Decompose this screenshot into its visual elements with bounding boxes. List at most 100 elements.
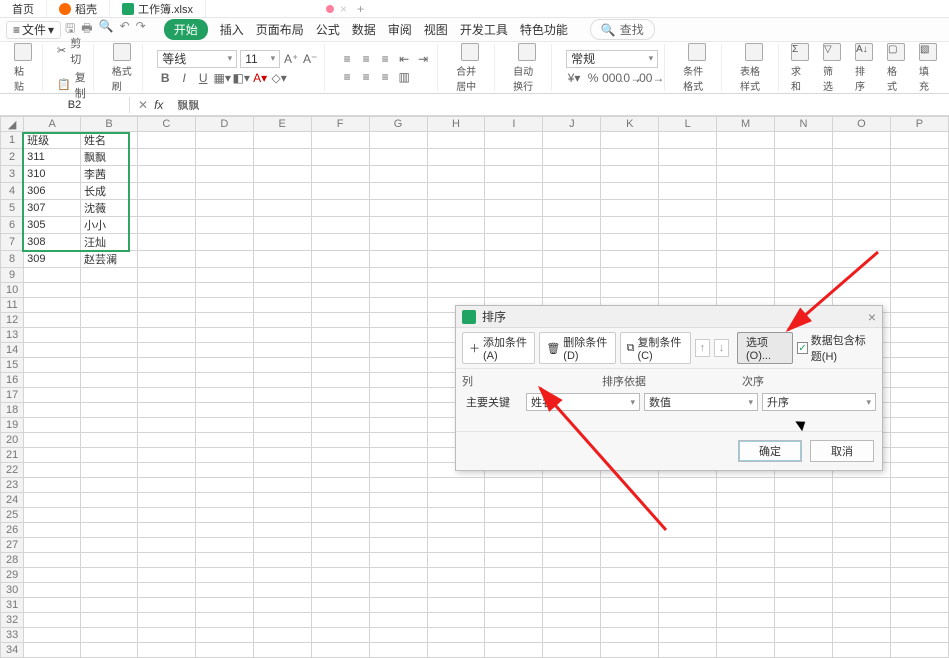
cell[interactable] (485, 613, 543, 628)
row-header[interactable]: 14 (1, 343, 24, 358)
cell[interactable] (195, 553, 253, 568)
cell[interactable] (890, 268, 948, 283)
cell[interactable] (369, 298, 427, 313)
cell[interactable] (311, 523, 369, 538)
cell[interactable] (24, 373, 81, 388)
cell[interactable] (81, 508, 138, 523)
cell[interactable] (659, 493, 717, 508)
table-style-button[interactable]: 表格样式 (736, 43, 772, 93)
currency-icon[interactable]: ¥▾ (566, 70, 582, 86)
cell[interactable] (81, 418, 138, 433)
cell[interactable]: 飘飘 (81, 149, 138, 166)
cell[interactable] (543, 217, 601, 234)
cell[interactable] (137, 358, 195, 373)
cell[interactable] (253, 132, 311, 149)
col-header-M[interactable]: M (717, 117, 775, 132)
cell[interactable] (253, 568, 311, 583)
menu-special[interactable]: 特色功能 (520, 21, 568, 38)
row-header[interactable]: 26 (1, 523, 24, 538)
cell[interactable] (427, 538, 485, 553)
col-header-D[interactable]: D (195, 117, 253, 132)
cell[interactable] (369, 403, 427, 418)
cell[interactable] (775, 538, 833, 553)
cell[interactable] (659, 568, 717, 583)
cell[interactable] (253, 166, 311, 183)
cell[interactable] (775, 166, 833, 183)
cell[interactable] (24, 583, 81, 598)
cell[interactable] (775, 613, 833, 628)
cell[interactable] (253, 328, 311, 343)
cell[interactable] (659, 234, 717, 251)
cell[interactable] (717, 508, 775, 523)
grid-row[interactable]: 4306长成 (1, 183, 949, 200)
cell[interactable] (369, 628, 427, 643)
column-headers[interactable]: ◢ A B C D E F G H I J K L M N O P (1, 117, 949, 132)
fill-color-icon[interactable]: ◧▾ (233, 70, 249, 86)
cell[interactable] (890, 313, 948, 328)
col-header-A[interactable]: A (24, 117, 81, 132)
row-header[interactable]: 28 (1, 553, 24, 568)
cell[interactable] (81, 538, 138, 553)
cell[interactable] (601, 268, 659, 283)
cell[interactable] (369, 132, 427, 149)
fx-icon[interactable]: fx (154, 98, 163, 112)
cell[interactable] (253, 463, 311, 478)
row-header[interactable]: 19 (1, 418, 24, 433)
cell[interactable] (601, 283, 659, 298)
filter-button[interactable]: ▽筛选 (819, 43, 845, 93)
cell[interactable] (24, 463, 81, 478)
cell[interactable] (24, 403, 81, 418)
cell[interactable] (832, 508, 890, 523)
cell[interactable] (832, 628, 890, 643)
cell[interactable] (543, 200, 601, 217)
cell[interactable] (601, 166, 659, 183)
fill-button[interactable]: ▧填充 (915, 43, 941, 93)
cell[interactable] (195, 493, 253, 508)
cell[interactable] (195, 343, 253, 358)
cell[interactable] (253, 313, 311, 328)
cell[interactable] (81, 553, 138, 568)
grid-row[interactable]: 6305小小 (1, 217, 949, 234)
cell[interactable] (311, 553, 369, 568)
row-header[interactable]: 11 (1, 298, 24, 313)
cell[interactable] (253, 478, 311, 493)
percent-icon[interactable]: % (585, 70, 601, 86)
cell[interactable]: 班级 (24, 132, 81, 149)
cell[interactable]: 赵芸澜 (81, 251, 138, 268)
cell[interactable] (717, 132, 775, 149)
cell[interactable]: 309 (24, 251, 81, 268)
cell[interactable] (195, 373, 253, 388)
grid-row[interactable]: 31 (1, 598, 949, 613)
cell[interactable] (659, 628, 717, 643)
cell[interactable] (601, 523, 659, 538)
cell[interactable] (253, 217, 311, 234)
cell[interactable] (775, 217, 833, 234)
cell[interactable] (311, 166, 369, 183)
cell[interactable] (81, 598, 138, 613)
cell[interactable] (253, 388, 311, 403)
col-header-G[interactable]: G (369, 117, 427, 132)
cell[interactable] (485, 508, 543, 523)
bold-icon[interactable]: B (157, 70, 173, 86)
cell[interactable]: 308 (24, 234, 81, 251)
cell[interactable] (427, 508, 485, 523)
cell[interactable] (81, 613, 138, 628)
cell[interactable]: 小小 (81, 217, 138, 234)
cell[interactable] (775, 234, 833, 251)
cell[interactable]: 306 (24, 183, 81, 200)
cell[interactable] (253, 628, 311, 643)
cell[interactable] (311, 478, 369, 493)
cell[interactable]: 姓名 (81, 132, 138, 149)
cell[interactable] (195, 598, 253, 613)
cell[interactable] (311, 283, 369, 298)
select-all-corner[interactable]: ◢ (1, 117, 24, 132)
menu-review[interactable]: 审阅 (388, 21, 412, 38)
cell[interactable] (195, 132, 253, 149)
cell[interactable] (427, 132, 485, 149)
cell[interactable] (311, 583, 369, 598)
cell[interactable] (137, 478, 195, 493)
cell[interactable] (717, 613, 775, 628)
cell[interactable] (195, 217, 253, 234)
cell[interactable] (717, 523, 775, 538)
cell[interactable] (195, 268, 253, 283)
